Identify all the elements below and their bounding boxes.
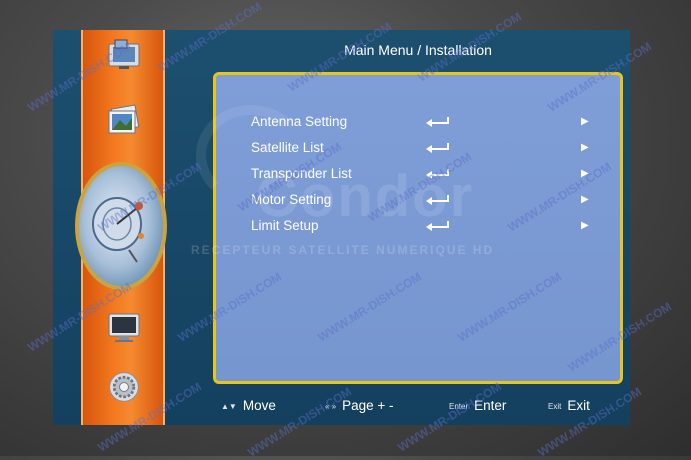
exit-hint-label: Exit	[567, 398, 590, 413]
updown-key-icon: ▲▼	[221, 401, 237, 411]
tv-monitor-icon[interactable]	[105, 310, 143, 344]
menu-item-antenna-setting[interactable]: Antenna Setting ▶	[251, 109, 591, 135]
enter-return-icon	[426, 169, 449, 179]
menu-item-limit-setup[interactable]: Limit Setup ▶	[251, 213, 591, 239]
satellite-dish-icon[interactable]	[75, 162, 167, 290]
page-title: Main Menu / Installation	[344, 42, 492, 58]
menu-item-label: Satellite List	[251, 140, 324, 155]
enter-return-icon	[426, 143, 449, 153]
installation-menu-list: Antenna Setting ▶ Satellite List ▶ Trans…	[251, 109, 591, 239]
move-hint: ▲▼ Move	[221, 398, 276, 413]
tv-photo-icon[interactable]	[105, 38, 143, 72]
chevron-right-icon: ▶	[581, 194, 589, 205]
settings-gear-icon[interactable]	[105, 370, 143, 404]
chevron-right-icon: ▶	[581, 116, 589, 127]
photos-icon[interactable]	[105, 104, 143, 138]
exit-hint: Exit Exit	[548, 398, 590, 413]
menu-item-transponder-list[interactable]: Transponder List ▶	[251, 161, 591, 187]
menu-panel: Condor RECEPTEUR SATELLITE NUMERIQUE HD …	[191, 72, 623, 384]
menu-item-motor-setting[interactable]: Motor Setting ▶	[251, 187, 591, 213]
enter-key-icon: Enter	[449, 401, 469, 411]
page-key-icon: « »	[325, 401, 337, 411]
menu-item-label: Antenna Setting	[251, 114, 348, 129]
enter-hint-label: Enter	[474, 398, 507, 413]
enter-return-icon	[426, 117, 449, 127]
page-hint-label: Page + -	[342, 398, 394, 413]
page-hint: « » Page + -	[325, 398, 394, 413]
move-hint-label: Move	[242, 398, 276, 413]
enter-return-icon	[426, 195, 449, 205]
menu-item-label: Limit Setup	[251, 218, 319, 233]
brand-tagline: RECEPTEUR SATELLITE NUMERIQUE HD	[191, 243, 495, 257]
chevron-right-icon: ▶	[581, 142, 589, 153]
enter-hint: Enter Enter	[449, 398, 506, 413]
key-hint-bar: ▲▼ Move « » Page + - Enter Enter Exit Exit	[213, 398, 623, 418]
category-sidebar	[53, 30, 171, 425]
enter-return-icon	[426, 221, 449, 231]
chevron-right-icon: ▶	[581, 168, 589, 179]
menu-screen: Main Menu / Installation Condor RECEPTEU…	[53, 30, 630, 425]
menu-item-satellite-list[interactable]: Satellite List ▶	[251, 135, 591, 161]
exit-key-icon: Exit	[548, 401, 562, 411]
menu-item-label: Motor Setting	[251, 192, 332, 207]
menu-item-label: Transponder List	[251, 166, 352, 181]
chevron-right-icon: ▶	[581, 220, 589, 231]
